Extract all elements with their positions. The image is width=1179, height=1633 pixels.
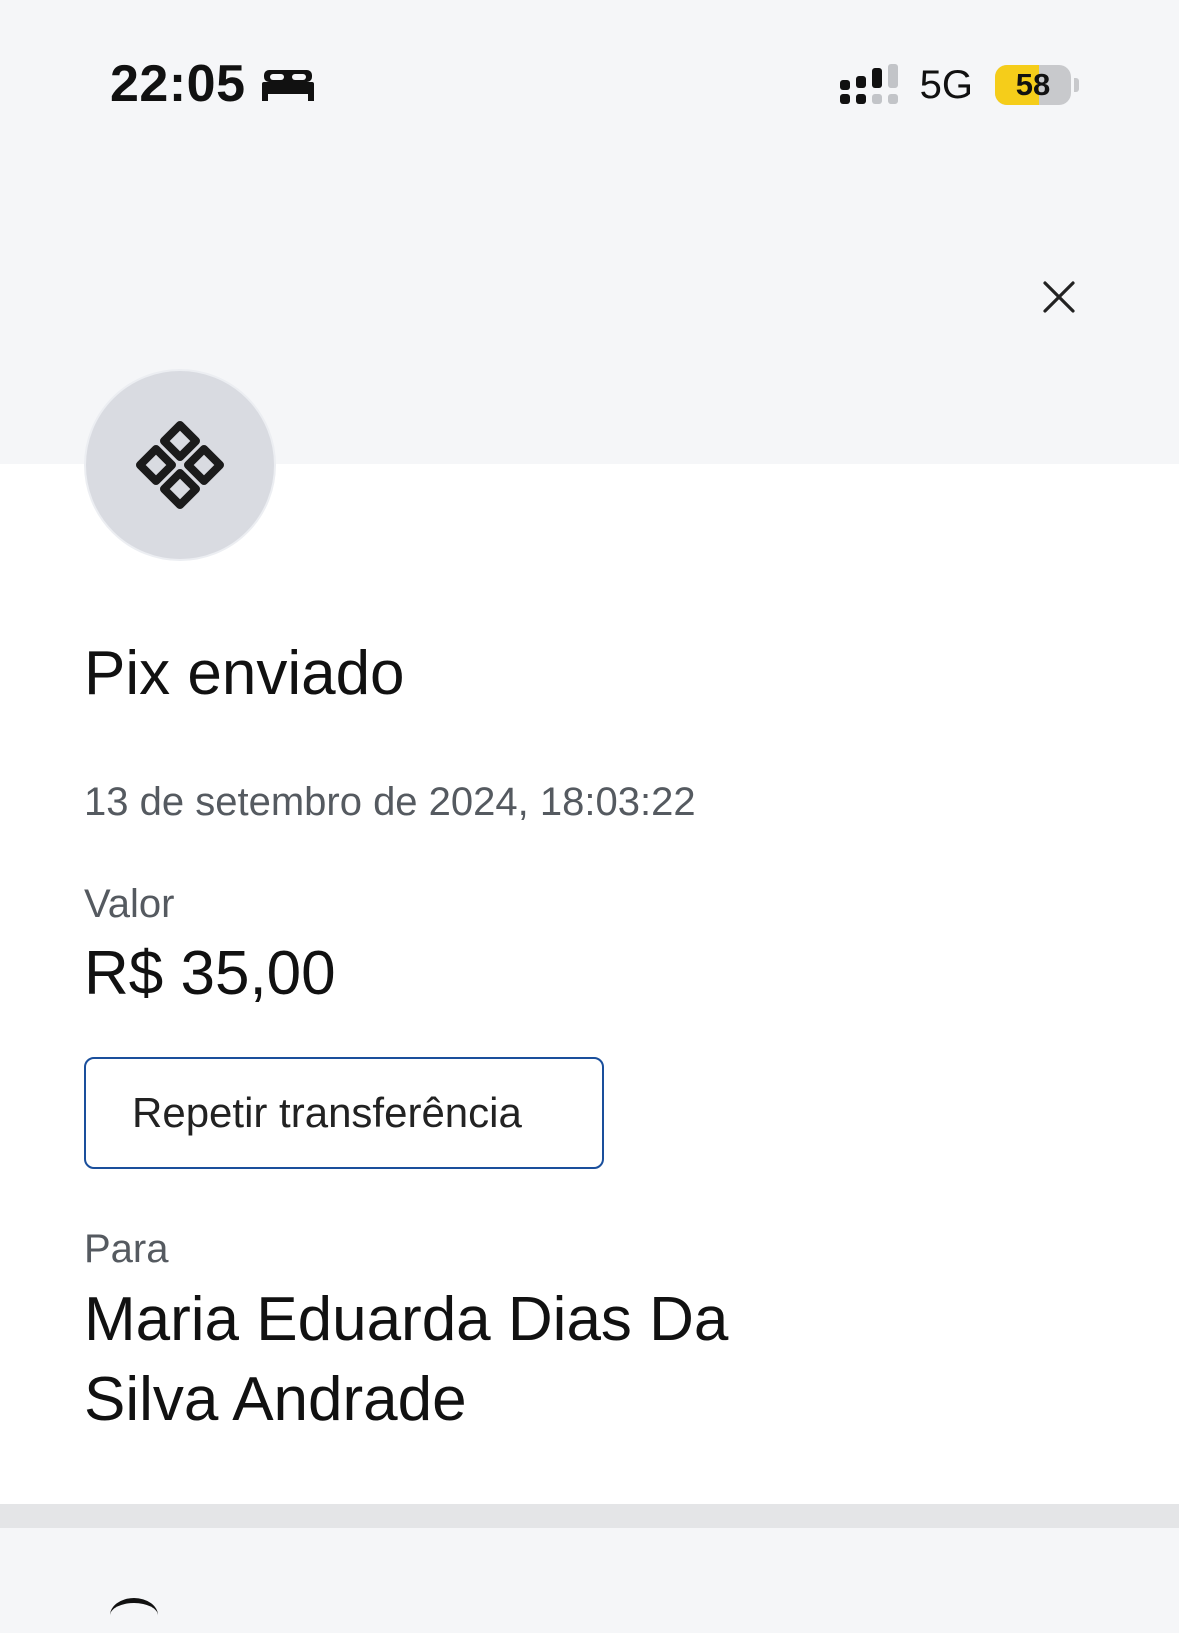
status-time-group: 22:05 <box>110 58 314 110</box>
status-right-group: 5G 58 <box>839 63 1079 107</box>
battery-cap <box>1074 78 1079 92</box>
network-type: 5G <box>919 63 973 107</box>
battery-icon: 58 <box>995 65 1071 105</box>
status-time: 22:05 <box>110 55 246 113</box>
transaction-datetime: 13 de setembro de 2024, 18:03:22 <box>84 780 696 824</box>
status-bar: 22:05 5G 58 <box>0 0 1179 180</box>
section-divider <box>0 1504 1179 1528</box>
repeat-transfer-button[interactable]: Repetir transferência <box>84 1057 604 1169</box>
page-title: Pix enviado <box>84 639 405 708</box>
recipient-label: Para <box>84 1227 169 1271</box>
battery-level: 58 <box>1015 67 1051 102</box>
transaction-avatar <box>84 369 276 561</box>
pix-icon <box>136 421 224 509</box>
value-amount: R$ 35,00 <box>84 939 336 1008</box>
recipient-name: Maria Eduarda Dias Da Silva Andrade <box>84 1285 729 1434</box>
partial-icon <box>110 1598 158 1633</box>
value-label: Valor <box>84 882 175 926</box>
close-button[interactable] <box>1030 268 1088 326</box>
bed-icon <box>261 66 314 102</box>
cellular-signal-icon <box>839 64 900 106</box>
close-icon <box>1043 281 1075 313</box>
